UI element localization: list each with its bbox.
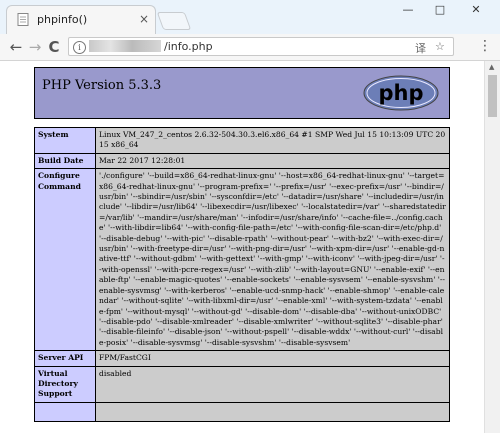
close-window-button[interactable]: ✕ [466, 3, 486, 16]
page-content: PHP Version 5.3.3 php System Linux VM_247… [0, 61, 484, 433]
info-row-label: System [34, 127, 96, 154]
star-icon[interactable]: ☆ [435, 40, 445, 53]
scroll-up-arrow-icon[interactable]: ▲ [489, 63, 494, 71]
info-row-value: Linux VM_247_2_centos 2.6.32-504.30.3.el… [95, 127, 450, 154]
tab-title: phpinfo() [37, 13, 88, 26]
php-version-title: PHP Version 5.3.3 [42, 78, 162, 93]
browser-tab[interactable]: phpinfo() × [6, 5, 156, 34]
tab-close-icon[interactable]: × [139, 12, 149, 26]
info-row-label: Build Date [34, 152, 96, 170]
info-row: Virtual Directory Support disabled [34, 365, 450, 403]
scrollbar-thumb[interactable] [488, 75, 497, 117]
info-row: Configure Command './configure' '--build=… [34, 168, 450, 352]
page-favicon-icon [17, 13, 29, 26]
info-row-value: FPM/FastCGI [95, 350, 450, 367]
info-row-label: Virtual Directory Support [34, 365, 96, 403]
info-icon[interactable]: i [73, 41, 86, 54]
php-info-table: System Linux VM_247_2_centos 2.6.32-504.3… [34, 127, 450, 422]
php-logo-text: php [378, 81, 423, 105]
info-row: Server API FPM/FastCGI [34, 350, 450, 367]
php-header: PHP Version 5.3.3 php [34, 67, 450, 119]
back-button[interactable]: ← [6, 37, 26, 57]
browser-toolbar: ← → C i /info.php 译 ☆ ⋮ [0, 34, 500, 61]
info-row-value: Mar 22 2017 12:28:01 [95, 152, 450, 170]
tab-strip: phpinfo() × — □ ✕ [0, 0, 500, 34]
info-row [34, 401, 450, 422]
info-row-label: Configure Command [34, 168, 96, 352]
address-bar[interactable]: i /info.php 译 ☆ [68, 37, 454, 56]
vertical-scrollbar[interactable]: ▲ [484, 61, 500, 433]
maximize-window-button[interactable]: □ [430, 3, 450, 16]
info-row-label [34, 401, 96, 422]
forward-button[interactable]: → [25, 37, 45, 57]
minimize-window-button[interactable]: — [398, 3, 418, 16]
info-row-label: Server API [34, 350, 96, 367]
url-path: /info.php [164, 40, 213, 53]
info-row-value: disabled [95, 365, 450, 403]
new-tab-button[interactable] [156, 12, 192, 30]
reload-button[interactable]: C [44, 37, 64, 57]
url-host-redacted [89, 40, 161, 52]
menu-icon[interactable]: ⋮ [478, 38, 492, 54]
translate-icon[interactable]: 译 [415, 40, 426, 56]
info-row: Build Date Mar 22 2017 12:28:01 [34, 152, 450, 170]
php-logo: php [363, 75, 439, 111]
info-row-value: './configure' '--build=x86_64-redhat-lin… [95, 168, 450, 352]
info-row-value [95, 401, 450, 422]
info-row: System Linux VM_247_2_centos 2.6.32-504.3… [34, 127, 450, 154]
